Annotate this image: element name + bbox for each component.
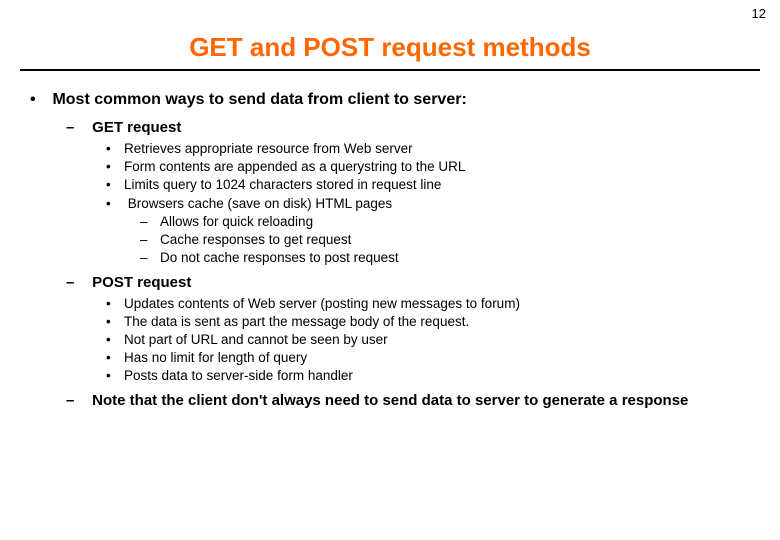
main-bullet: Most common ways to send data from clien… [30,91,760,409]
list-item: Updates contents of Web server (posting … [106,295,760,313]
note-bullet: Note that the client don't always need t… [66,392,760,409]
slide-content: Most common ways to send data from clien… [20,91,760,409]
list-item-text: Form contents are appended as a querystr… [124,159,465,174]
list-item: Browsers cache (save on disk) HTML pages… [106,195,760,268]
main-bullet-text: Most common ways to send data from clien… [52,91,466,108]
list-item-text: The data is sent as part the message bod… [124,314,469,329]
list-item: Cache responses to get request [140,231,760,249]
list-item-text: Browsers cache (save on disk) HTML pages [128,196,392,211]
list-item-text: Retrieves appropriate resource from Web … [124,141,413,156]
list-item-text: Limits query to 1024 characters stored i… [124,177,441,192]
list-item: The data is sent as part the message bod… [106,313,760,331]
note-text: Note that the client don't always need t… [92,392,688,409]
list-item: Not part of URL and cannot be seen by us… [106,331,760,349]
list-item-text: Cache responses to get request [160,232,351,247]
list-item-text: Do not cache responses to post request [160,250,399,265]
list-item-text: Updates contents of Web server (posting … [124,296,520,311]
list-item: Do not cache responses to post request [140,249,760,267]
list-item: Limits query to 1024 characters stored i… [106,176,760,194]
list-item: Posts data to server-side form handler [106,367,760,385]
page-number: 12 [752,6,766,21]
list-item-text: Not part of URL and cannot be seen by us… [124,332,388,347]
list-item: Has no limit for length of query [106,349,760,367]
list-item-text: Allows for quick reloading [160,214,313,229]
slide-title: GET and POST request methods [20,32,760,63]
get-heading-text: GET request [92,119,181,136]
post-heading-text: POST request [92,274,191,291]
list-item: Form contents are appended as a querystr… [106,158,760,176]
list-item: Retrieves appropriate resource from Web … [106,140,760,158]
list-item: Allows for quick reloading [140,213,760,231]
title-divider [20,69,760,71]
get-heading: GET request Retrieves appropriate resour… [66,119,760,268]
post-heading: POST request Updates contents of Web ser… [66,274,760,386]
list-item-text: Has no limit for length of query [124,350,307,365]
list-item-text: Posts data to server-side form handler [124,368,353,383]
